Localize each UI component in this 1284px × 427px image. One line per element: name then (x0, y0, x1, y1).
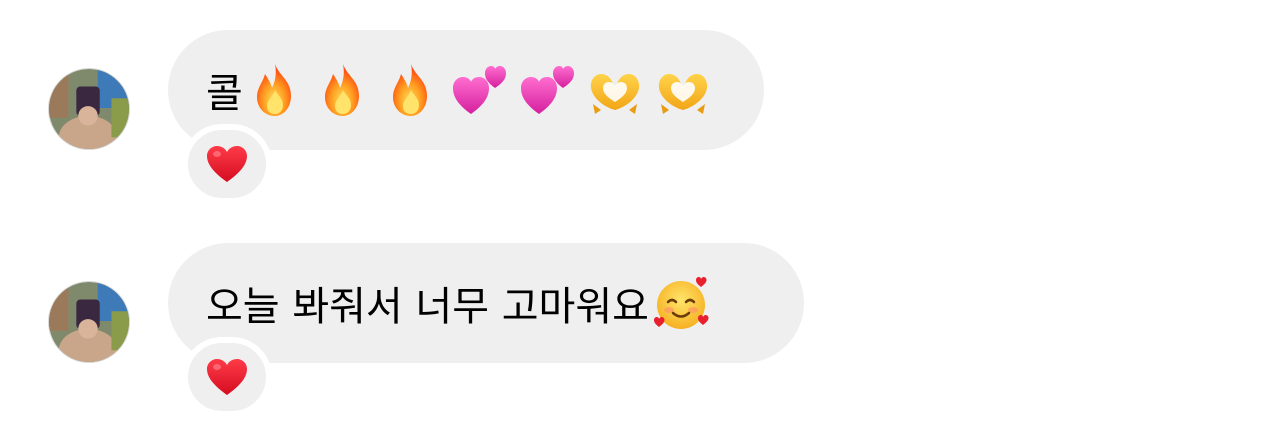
avatar[interactable] (48, 281, 130, 363)
emoji-sequence (245, 60, 713, 120)
reaction-badge[interactable] (182, 124, 272, 204)
message-text: 오늘 봐줘서 너무 고마워요 (206, 284, 649, 330)
reaction-badge[interactable] (182, 337, 272, 417)
avatar[interactable] (48, 68, 130, 150)
message-bubble[interactable]: 오늘 봐줘서 너무 고마워요 (168, 243, 804, 363)
red-heart-icon (207, 146, 247, 182)
two-hearts-emoji (449, 60, 509, 120)
emoji-sequence (651, 273, 711, 333)
red-heart-icon (207, 359, 247, 395)
two-hearts-emoji (517, 60, 577, 120)
heart-hands-emoji (653, 60, 713, 120)
message-bubble[interactable]: 콜 (168, 30, 764, 150)
fire-emoji (245, 60, 305, 120)
smiling-face-with-hearts-emoji (651, 273, 711, 333)
heart-hands-emoji (585, 60, 645, 120)
fire-emoji (313, 60, 373, 120)
fire-emoji (381, 60, 441, 120)
message-text: 콜 (206, 71, 243, 117)
